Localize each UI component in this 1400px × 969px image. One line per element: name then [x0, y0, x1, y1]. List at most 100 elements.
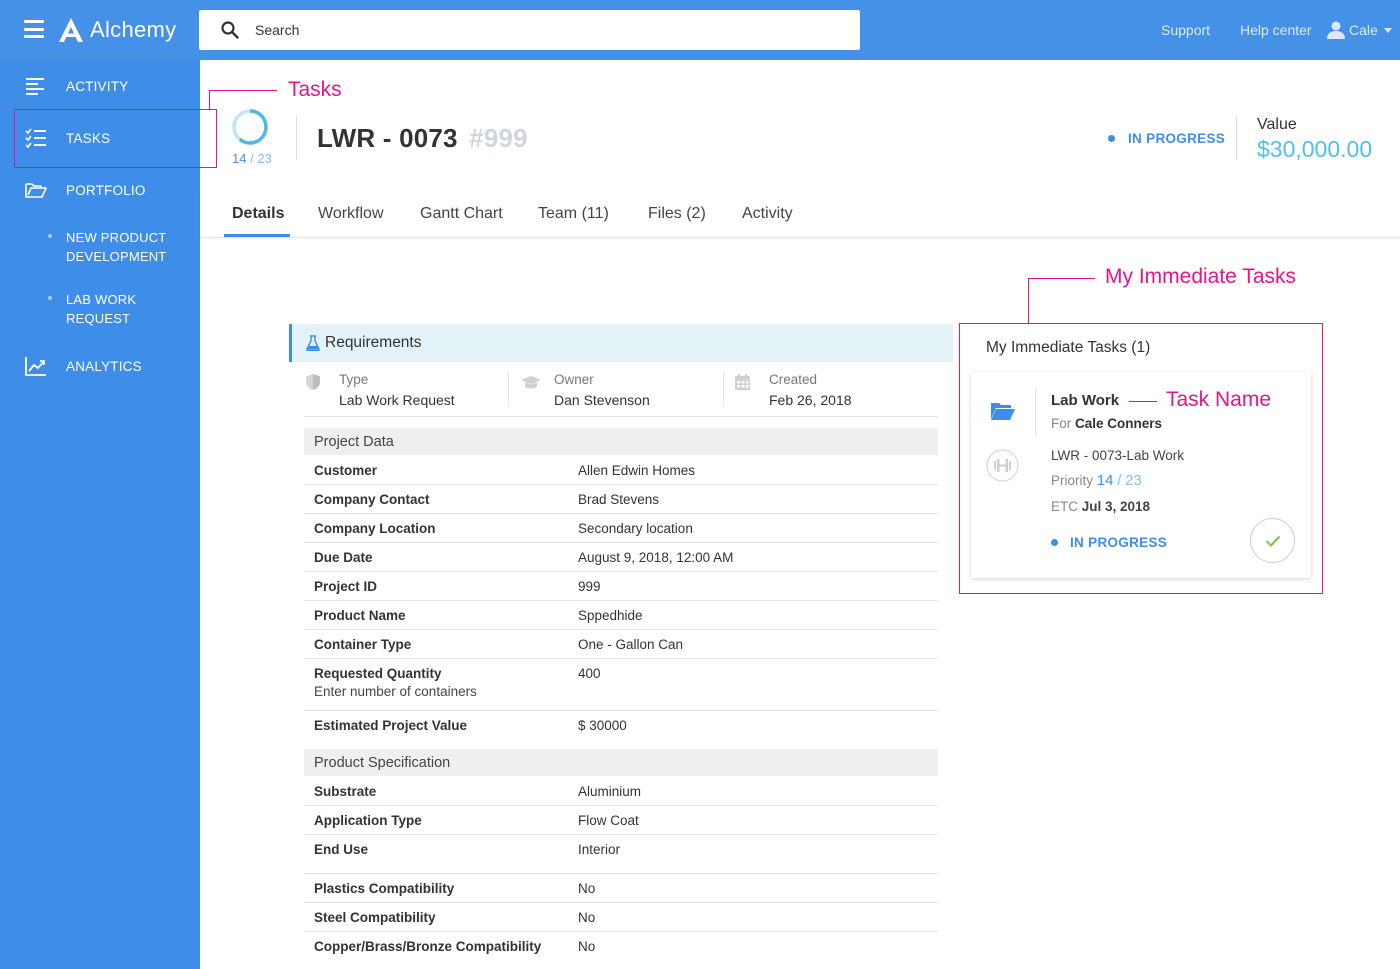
priority-total: 23: [1125, 472, 1142, 489]
status-dot-icon: [1108, 135, 1115, 142]
table-row: Company Location Secondary location: [304, 514, 938, 543]
tab-activity[interactable]: Activity: [742, 205, 793, 223]
page-title: LWR - 0073 #999: [317, 123, 528, 154]
user-icon: [1327, 21, 1345, 39]
tab-team[interactable]: Team (11): [538, 205, 609, 223]
progress-separator: /: [250, 151, 254, 166]
row-key: Container Type: [314, 637, 412, 652]
row-key: Project ID: [314, 579, 378, 594]
row-key: Requested Quantity: [314, 666, 442, 681]
tab-bar: Details Workflow Gantt Chart Team (11) F…: [200, 190, 1400, 238]
product-specification-section-header: Product Specification: [304, 749, 938, 776]
task-for-name: Cale Conners: [1075, 416, 1163, 431]
table-row: Product Name Sppedhide: [304, 601, 938, 630]
sidebar-item-label: PORTFOLIO: [66, 182, 146, 198]
owner-label: Owner: [554, 372, 594, 387]
created-value: Feb 26, 2018: [769, 392, 852, 408]
folder-open-icon: [991, 403, 1015, 420]
task-name-annotation-label: Task Name: [1166, 388, 1272, 411]
search-input[interactable]: [255, 22, 815, 38]
row-value: Sppedhide: [578, 608, 643, 623]
etc-value: Jul 3, 2018: [1081, 499, 1151, 514]
task-status-label: IN PROGRESS: [1070, 535, 1168, 550]
created-label: Created: [769, 372, 818, 387]
row-key-hint: Enter number of containers: [314, 684, 477, 699]
priority-separator: /: [1117, 472, 1122, 489]
table-row: Customer Allen Edwin Homes: [304, 456, 938, 485]
sidebar-item-new-product-development[interactable]: NEW PRODUCT DEVELOPMENT: [66, 228, 190, 266]
row-key: Plastics Compatibility: [314, 881, 455, 896]
support-link[interactable]: Support: [1161, 22, 1210, 38]
table-row: Project ID 999: [304, 572, 938, 601]
table-row: Copper/Brass/Bronze Compatibility No: [304, 932, 938, 961]
row-key: Due Date: [314, 550, 373, 565]
record-title: LWR - 0073: [317, 123, 458, 153]
row-value: One - Gallon Can: [578, 637, 684, 652]
status-badge: IN PROGRESS: [1108, 131, 1225, 146]
priority-label: Priority: [1051, 473, 1094, 488]
search-icon[interactable]: [221, 21, 239, 39]
annotation-line: [1129, 401, 1157, 402]
row-key: End Use: [314, 842, 369, 857]
card-divider: [1035, 388, 1036, 436]
help-center-link[interactable]: Help center: [1240, 22, 1312, 38]
annotation-line: [209, 90, 277, 91]
row-value: August 9, 2018, 12:00 AM: [578, 550, 734, 565]
tab-files[interactable]: Files (2): [648, 205, 706, 223]
shield-icon: [306, 374, 320, 390]
table-row: Company Contact Brad Stevens: [304, 485, 938, 514]
row-value: Aluminium: [578, 784, 642, 799]
row-value: No: [578, 939, 596, 954]
row-key: Customer: [314, 463, 378, 478]
tasks-annotation-label: Tasks: [288, 78, 342, 101]
folder-open-icon: [25, 183, 47, 198]
table-row: Substrate Aluminium: [304, 777, 938, 806]
row-value: 999: [578, 579, 601, 594]
sidebar-item-analytics[interactable]: ANALYTICS: [0, 354, 200, 378]
graduation-cap-icon: [521, 376, 541, 389]
sidebar-item-lab-work-request[interactable]: LAB WORK REQUEST: [66, 290, 190, 328]
row-value: Secondary location: [578, 521, 693, 536]
checkmark-icon: [1265, 535, 1280, 547]
progress-total: 23: [257, 151, 272, 166]
bullet-icon: [48, 234, 52, 238]
row-key: Application Type: [314, 813, 422, 828]
row-value: Brad Stevens: [578, 492, 660, 507]
row-key: Product Name: [314, 608, 406, 623]
app-name: Alchemy: [90, 17, 177, 42]
row-value: 400: [578, 666, 601, 681]
annotation-line: [209, 90, 210, 109]
meta-divider: [508, 371, 509, 407]
task-status-badge: IN PROGRESS: [1051, 535, 1167, 550]
table-row: Requested Quantity Enter number of conta…: [304, 659, 938, 711]
sidebar-item-label: ANALYTICS: [66, 358, 142, 374]
task-name[interactable]: Lab Work: [1051, 392, 1119, 409]
sidebar: ACTIVITY TASKS PORTFOLIO NEW PRODUCT DEV…: [0, 60, 200, 969]
row-key: Copper/Brass/Bronze Compatibility: [314, 939, 542, 954]
task-assignee: For Cale Conners: [1051, 416, 1162, 431]
progress-count: 14 / 23: [232, 151, 272, 166]
row-value: Flow Coat: [578, 813, 639, 828]
task-reference: LWR - 0073-Lab Work: [1051, 448, 1185, 463]
immediate-tasks-annotation-label: My Immediate Tasks: [1105, 265, 1296, 288]
header-divider: [296, 116, 297, 160]
header-divider: [1236, 116, 1237, 160]
row-key: Substrate: [314, 784, 377, 799]
tab-details[interactable]: Details: [232, 205, 284, 223]
row-value: Allen Edwin Homes: [578, 463, 696, 478]
tab-workflow[interactable]: Workflow: [318, 205, 384, 223]
tasks-annotation-box: [14, 109, 217, 168]
analytics-icon: [25, 357, 46, 376]
hamburger-menu-icon[interactable]: [24, 20, 44, 38]
user-menu[interactable]: Cale: [1326, 20, 1392, 40]
top-bar: Alchemy Support Help center Cale: [0, 0, 1400, 60]
row-key: Estimated Project Value: [314, 718, 468, 733]
tab-gantt-chart[interactable]: Gantt Chart: [420, 205, 503, 223]
sidebar-item-portfolio[interactable]: PORTFOLIO: [0, 178, 200, 202]
table-row: Steel Compatibility No: [304, 903, 938, 932]
table-row: Estimated Project Value $ 30000: [304, 711, 938, 741]
app-logo[interactable]: Alchemy: [58, 14, 176, 46]
sidebar-item-activity[interactable]: ACTIVITY: [0, 74, 200, 98]
complete-task-button[interactable]: [1250, 518, 1295, 563]
row-value: No: [578, 881, 596, 896]
